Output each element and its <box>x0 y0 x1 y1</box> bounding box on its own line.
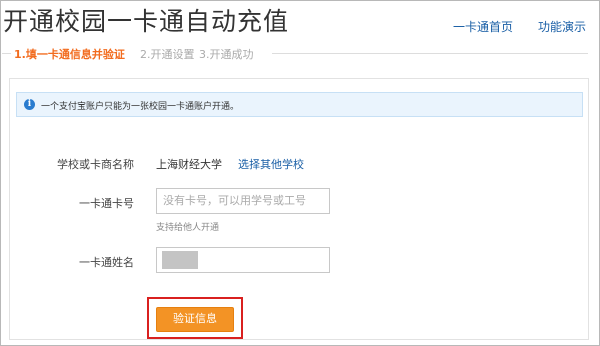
notice-banner: i 一个支付宝账户只能为一张校园一卡通账户开通。 <box>16 92 583 117</box>
notice-text: 一个支付宝账户只能为一张校园一卡通账户开通。 <box>41 102 240 112</box>
nav-link-home[interactable]: 一卡通首页 <box>453 18 513 35</box>
step-divider-left <box>2 53 11 54</box>
step-1: 1.填一卡通信息并验证 <box>14 48 125 61</box>
card-number-label: 一卡通卡号 <box>79 197 134 210</box>
step-3: 3.开通成功 <box>199 48 254 61</box>
step-indicator: 1.填一卡通信息并验证 2.开通设置 3.开通成功 <box>0 44 600 64</box>
card-number-input[interactable] <box>156 188 330 214</box>
school-label: 学校或卡商名称 <box>57 158 134 171</box>
info-icon: i <box>24 99 35 110</box>
school-value: 上海财经大学 <box>156 158 222 171</box>
card-name-label: 一卡通姓名 <box>79 256 134 269</box>
card-number-hint: 支持给他人开通 <box>156 223 220 233</box>
nav-link-demo[interactable]: 功能演示 <box>538 18 586 35</box>
choose-other-school-link[interactable]: 选择其他学校 <box>238 156 304 172</box>
masked-name-value <box>162 251 198 269</box>
step-divider-right <box>272 53 588 54</box>
page-title: 开通校园一卡通自动充值 <box>3 7 290 36</box>
step-2: 2.开通设置 <box>140 48 195 61</box>
verify-info-button[interactable]: 验证信息 <box>156 307 234 332</box>
